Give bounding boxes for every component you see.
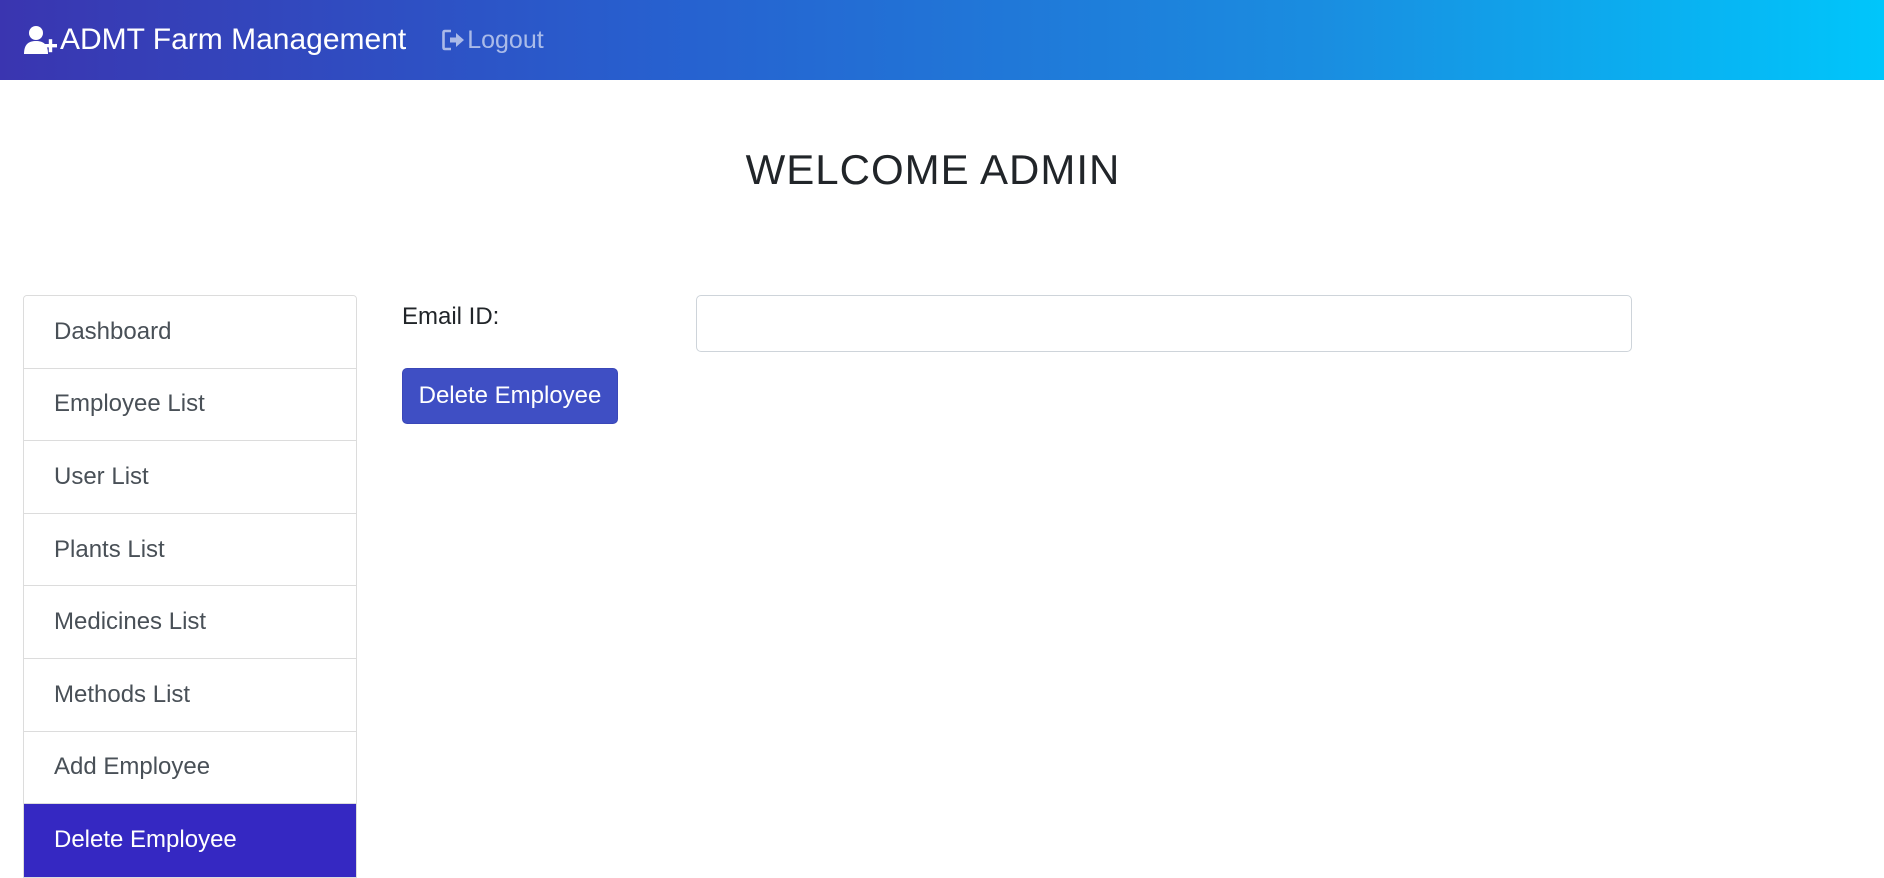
brand-label: ADMT Farm Management	[60, 23, 407, 56]
sidebar-item-dashboard[interactable]: Dashboard	[24, 296, 356, 369]
sidebar-menu: Dashboard Employee List User List Plants…	[23, 295, 357, 878]
sidebar-item-delete-employee[interactable]: Delete Employee	[24, 804, 356, 877]
sidebar-item-user-list[interactable]: User List	[24, 441, 356, 514]
delete-employee-button[interactable]: Delete Employee	[402, 368, 618, 424]
email-field[interactable]	[696, 295, 1632, 352]
top-navbar: ADMT Farm Management Logout	[0, 0, 1884, 80]
user-plus-icon	[24, 26, 57, 54]
sidebar-item-medicines-list[interactable]: Medicines List	[24, 586, 356, 659]
sidebar-item-methods-list[interactable]: Methods List	[24, 658, 356, 732]
sidebar-item-add-employee[interactable]: Add Employee	[24, 731, 356, 805]
page-title: WELCOME ADMIN	[745, 146, 1121, 193]
brand-link[interactable]: ADMT Farm Management	[24, 23, 406, 57]
logout-link[interactable]: Logout	[442, 25, 544, 55]
sign-out-icon	[442, 29, 465, 51]
logout-label: Logout	[467, 25, 544, 54]
sidebar-item-plants-list[interactable]: Plants List	[24, 513, 356, 587]
sidebar-item-employee-list[interactable]: Employee List	[24, 368, 356, 442]
email-label: Email ID:	[402, 303, 500, 330]
